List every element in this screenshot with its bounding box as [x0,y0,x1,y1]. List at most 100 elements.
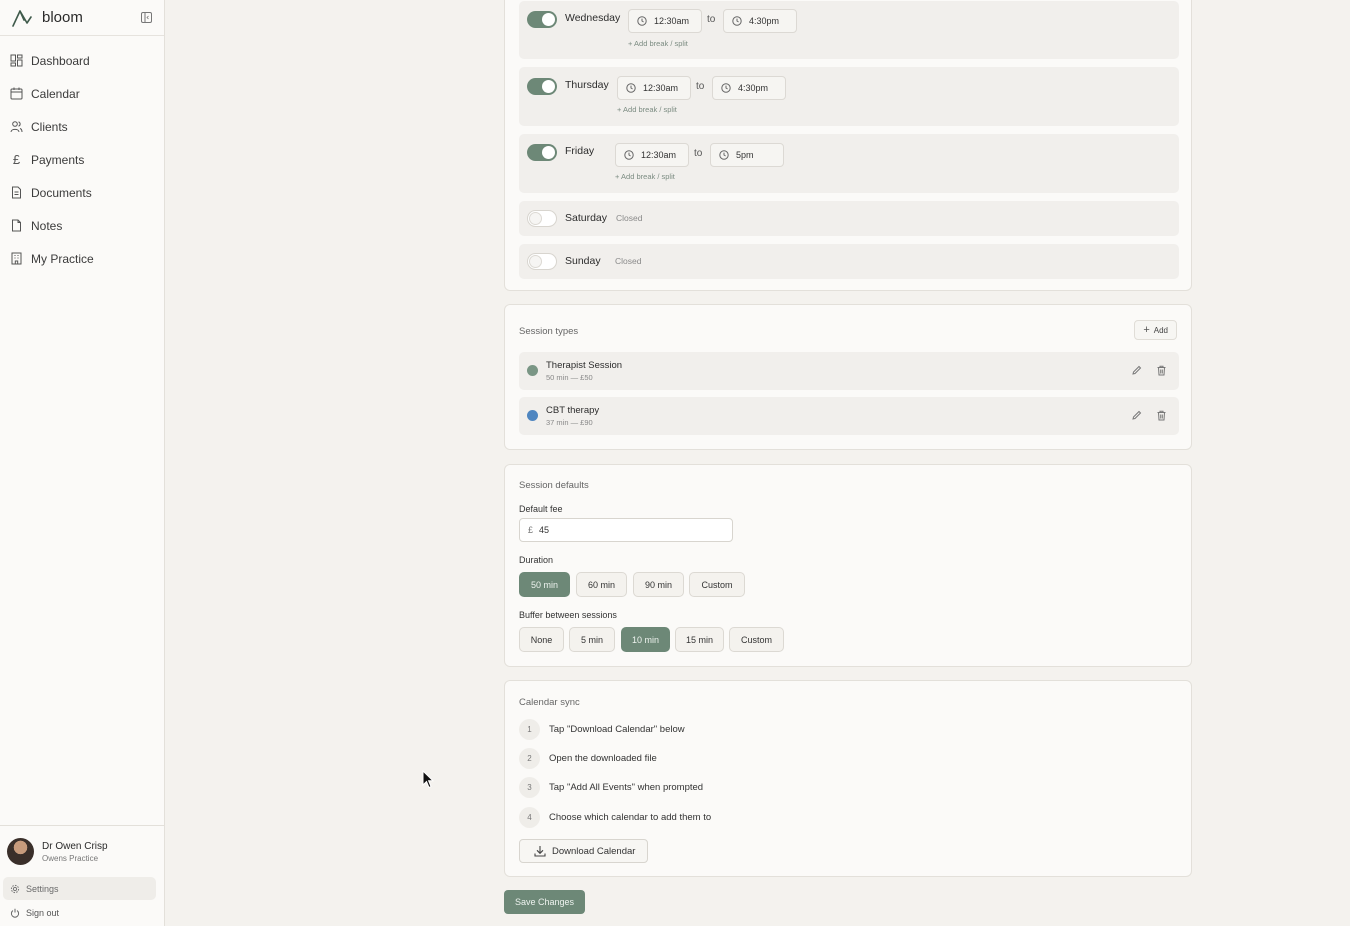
duration-label: Duration [519,555,554,565]
users-icon [10,121,23,133]
buffer-option-10[interactable]: 10 min [621,627,670,652]
wednesday-toggle[interactable] [527,11,557,28]
session-color-dot [527,410,538,421]
edit-pencil-icon[interactable] [1131,410,1142,421]
save-changes-button[interactable]: Save Changes [504,890,585,914]
default-fee-input[interactable]: £ 45 [519,518,733,542]
brand-header: bloom [0,0,164,36]
friday-add-break-link[interactable]: + Add break / split [615,172,675,181]
day-row-sunday: Sunday Closed [519,244,1179,279]
friday-toggle[interactable] [527,144,557,161]
sunday-closed-label: Closed [615,256,642,266]
sign-out-button[interactable]: Sign out [0,900,164,926]
duration-option-custom[interactable]: Custom [689,572,745,597]
building-icon [11,252,22,265]
default-fee-value: 45 [539,525,550,535]
clock-icon [721,83,731,93]
currency-symbol: £ [528,525,534,535]
download-icon [534,846,546,857]
user-profile[interactable]: Dr Owen Crisp Owens Practice [0,838,164,865]
nav-dashboard[interactable]: Dashboard [0,44,164,77]
nav-settings[interactable]: Settings [3,877,156,900]
wednesday-end-time[interactable]: 4:30pm [723,9,797,33]
thursday-end-value: 4:30pm [738,83,769,93]
session-defaults-card: Session defaults Default fee £ 45 Durati… [504,464,1192,667]
nav-notes[interactable]: Notes [0,209,164,242]
edit-pencil-icon[interactable] [1131,365,1142,376]
friday-end-value: 5pm [736,150,754,160]
day-name-thursday: Thursday [565,79,609,91]
step-number: 4 [519,807,540,828]
calendar-sync-title: Calendar sync [519,697,580,708]
main-nav: Dashboard Calendar Clients £ Payments Do… [0,36,164,275]
friday-end-time[interactable]: 5pm [710,143,784,167]
session-types-title: Session types [519,326,579,337]
step-text: Tap "Add All Events" when prompted [549,782,704,793]
saturday-toggle[interactable] [527,210,557,227]
toggle-knob [529,212,542,225]
session-defaults-title: Session defaults [519,480,589,491]
sidebar-footer: Dr Owen Crisp Owens Practice Settings Si… [0,825,164,926]
wednesday-add-break-link[interactable]: + Add break / split [628,39,688,48]
nav-payments[interactable]: £ Payments [0,143,164,176]
add-session-type-button[interactable]: + Add [1134,320,1177,340]
sidebar-toggle-icon[interactable] [141,12,152,23]
thursday-add-break-link[interactable]: + Add break / split [617,105,677,114]
duration-option-50[interactable]: 50 min [519,572,570,597]
sync-step: 2 Open the downloaded file [519,748,657,769]
dashboard-icon [10,54,23,67]
thursday-start-time[interactable]: 12:30am [617,76,691,100]
wednesday-start-time[interactable]: 12:30am [628,9,702,33]
working-hours-card: Wednesday 12:30am to 4:30pm + Add break … [504,0,1192,291]
bloom-logo-icon [12,9,32,27]
trash-icon[interactable] [1156,410,1167,421]
session-type-name: CBT therapy [546,405,600,416]
clock-icon [624,150,634,160]
day-row-friday: Friday 12:30am to 5pm + Add break / spli… [519,134,1179,193]
document-icon [12,186,21,199]
step-number: 3 [519,777,540,798]
thursday-toggle[interactable] [527,78,557,95]
duration-option-60[interactable]: 60 min [576,572,627,597]
day-name-sunday: Sunday [565,255,601,267]
nav-my-practice[interactable]: My Practice [0,242,164,275]
power-icon [10,908,20,918]
nav-documents[interactable]: Documents [0,176,164,209]
buffer-option-5[interactable]: 5 min [569,627,615,652]
session-type-row[interactable]: CBT therapy 37 min — £90 [519,397,1179,435]
buffer-option-none[interactable]: None [519,627,564,652]
thursday-start-value: 12:30am [643,83,679,93]
thursday-end-time[interactable]: 4:30pm [712,76,786,100]
session-color-dot [527,365,538,376]
nav-my-practice-label: My Practice [31,251,94,266]
nav-calendar[interactable]: Calendar [0,77,164,110]
clock-icon [719,150,729,160]
download-calendar-button[interactable]: Download Calendar [519,839,648,863]
toggle-knob [529,255,542,268]
settings-label: Settings [26,883,59,894]
friday-start-time[interactable]: 12:30am [615,143,689,167]
nav-notes-label: Notes [31,218,63,233]
buffer-option-custom[interactable]: Custom [729,627,784,652]
user-name: Dr Owen Crisp [42,840,108,852]
day-row-thursday: Thursday 12:30am to 4:30pm + Add break /… [519,67,1179,126]
toggle-knob [542,13,555,26]
add-label: Add [1153,325,1168,335]
sidebar: bloom Dashboard Calendar Clients £ Payme… [0,0,165,926]
nav-calendar-label: Calendar [31,86,80,101]
clock-icon [732,16,742,26]
session-types-card: Session types + Add Therapist Session 50… [504,304,1192,450]
wednesday-start-value: 12:30am [654,16,690,26]
sync-step: 1 Tap "Download Calendar" below [519,719,685,740]
duration-option-90[interactable]: 90 min [633,572,684,597]
clock-icon [637,16,647,26]
nav-payments-label: Payments [31,152,85,167]
step-text: Tap "Download Calendar" below [549,724,685,735]
trash-icon[interactable] [1156,365,1167,376]
sunday-toggle[interactable] [527,253,557,270]
avatar [7,838,34,865]
session-type-row[interactable]: Therapist Session 50 min — £50 [519,352,1179,390]
nav-clients[interactable]: Clients [0,110,164,143]
to-label: to [694,148,703,159]
buffer-option-15[interactable]: 15 min [675,627,724,652]
